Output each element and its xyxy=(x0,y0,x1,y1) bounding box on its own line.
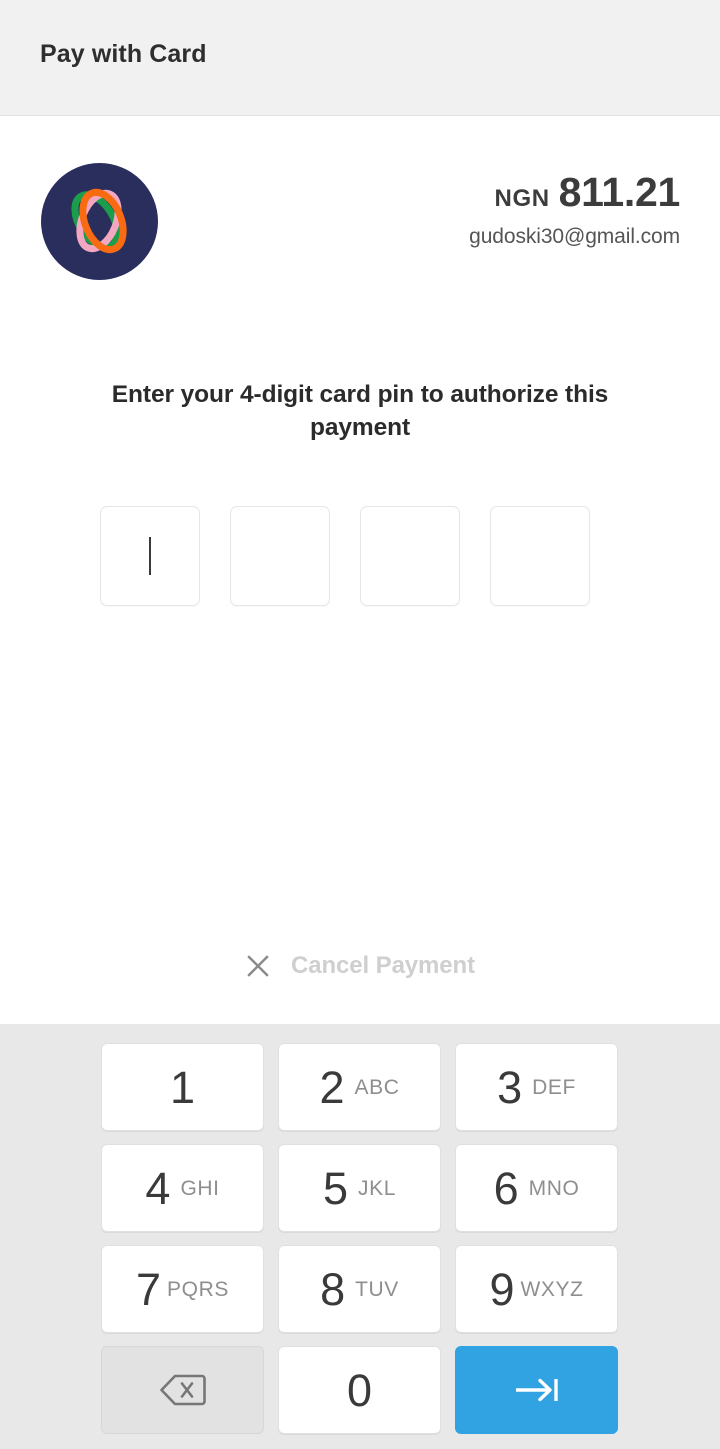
keypad-grid: 1 2 ABC 3 DEF 4 GHI 5 JKL 6 MNO 7 PQRS 8… xyxy=(101,1043,619,1434)
next-tab-arrow-icon xyxy=(515,1378,558,1402)
keypad-key-0[interactable]: 0 xyxy=(278,1346,441,1434)
close-x-icon xyxy=(247,954,269,977)
keypad-key-submit[interactable] xyxy=(455,1346,618,1434)
pin-instruction-text: Enter your 4-digit card pin to authorize… xyxy=(111,381,609,441)
keypad-key-digit: 1 xyxy=(169,1061,196,1113)
keypad-key-digit: 2 xyxy=(319,1061,345,1113)
pin-entry-row[interactable] xyxy=(100,506,620,606)
cancel-payment-label: Cancel Payment xyxy=(290,951,475,979)
window-titlebar: Pay with Card xyxy=(0,0,720,116)
keypad-key-backspace[interactable] xyxy=(101,1346,264,1434)
merchant-summary: NGN 811.21 gudoski30@gmail.com xyxy=(0,117,720,317)
keypad-key-7[interactable]: 7 PQRS xyxy=(101,1245,264,1333)
paystack-orbit-logo-icon xyxy=(41,163,158,280)
keypad-key-letters: GHI xyxy=(180,1176,220,1200)
keypad-key-digit: 0 xyxy=(346,1364,373,1416)
keypad-key-digit: 3 xyxy=(497,1061,523,1113)
keypad-key-9[interactable]: 9 WXYZ xyxy=(455,1245,618,1333)
keypad-key-1[interactable]: 1 xyxy=(101,1043,264,1131)
keypad-key-6[interactable]: 6 MNO xyxy=(455,1144,618,1232)
keypad-key-3[interactable]: 3 DEF xyxy=(455,1043,618,1131)
amount-block: NGN 811.21 gudoski30@gmail.com xyxy=(469,169,680,249)
backspace-delete-icon xyxy=(159,1374,206,1406)
keypad-key-letters: ABC xyxy=(354,1075,400,1099)
keypad-key-8[interactable]: 8 TUV xyxy=(278,1245,441,1333)
keypad-key-digit: 6 xyxy=(493,1162,519,1214)
keypad-key-digit: 7 xyxy=(136,1263,162,1315)
customer-email: gudoski30@gmail.com xyxy=(469,225,680,248)
keypad-key-letters: PQRS xyxy=(167,1277,229,1301)
amount-value: 811.21 xyxy=(558,169,681,215)
numeric-keypad: 1 2 ABC 3 DEF 4 GHI 5 JKL 6 MNO 7 PQRS 8… xyxy=(0,1024,720,1449)
text-caret xyxy=(149,537,151,575)
keypad-key-digit: 5 xyxy=(322,1162,349,1214)
keypad-key-letters: WXYZ xyxy=(520,1277,584,1301)
currency-code: NGN xyxy=(494,185,550,212)
keypad-key-letters: JKL xyxy=(358,1176,397,1200)
keypad-key-letters: TUV xyxy=(355,1277,399,1301)
page-title: Pay with Card xyxy=(40,40,207,68)
keypad-key-digit: 8 xyxy=(320,1263,346,1315)
keypad-key-letters: DEF xyxy=(532,1075,576,1099)
cancel-payment-button[interactable]: Cancel Payment xyxy=(0,908,720,1023)
keypad-key-4[interactable]: 4 GHI xyxy=(101,1144,264,1232)
keypad-key-2[interactable]: 2 ABC xyxy=(278,1043,441,1131)
keypad-key-5[interactable]: 5 JKL xyxy=(278,1144,441,1232)
keypad-key-letters: MNO xyxy=(528,1176,580,1200)
pin-digit-box-3[interactable] xyxy=(360,506,460,606)
pin-digit-box-2[interactable] xyxy=(230,506,330,606)
keypad-key-digit: 4 xyxy=(145,1162,171,1214)
pin-digit-box-4[interactable] xyxy=(490,506,590,606)
keypad-key-digit: 9 xyxy=(489,1263,515,1315)
pin-digit-box-1[interactable] xyxy=(100,506,200,606)
